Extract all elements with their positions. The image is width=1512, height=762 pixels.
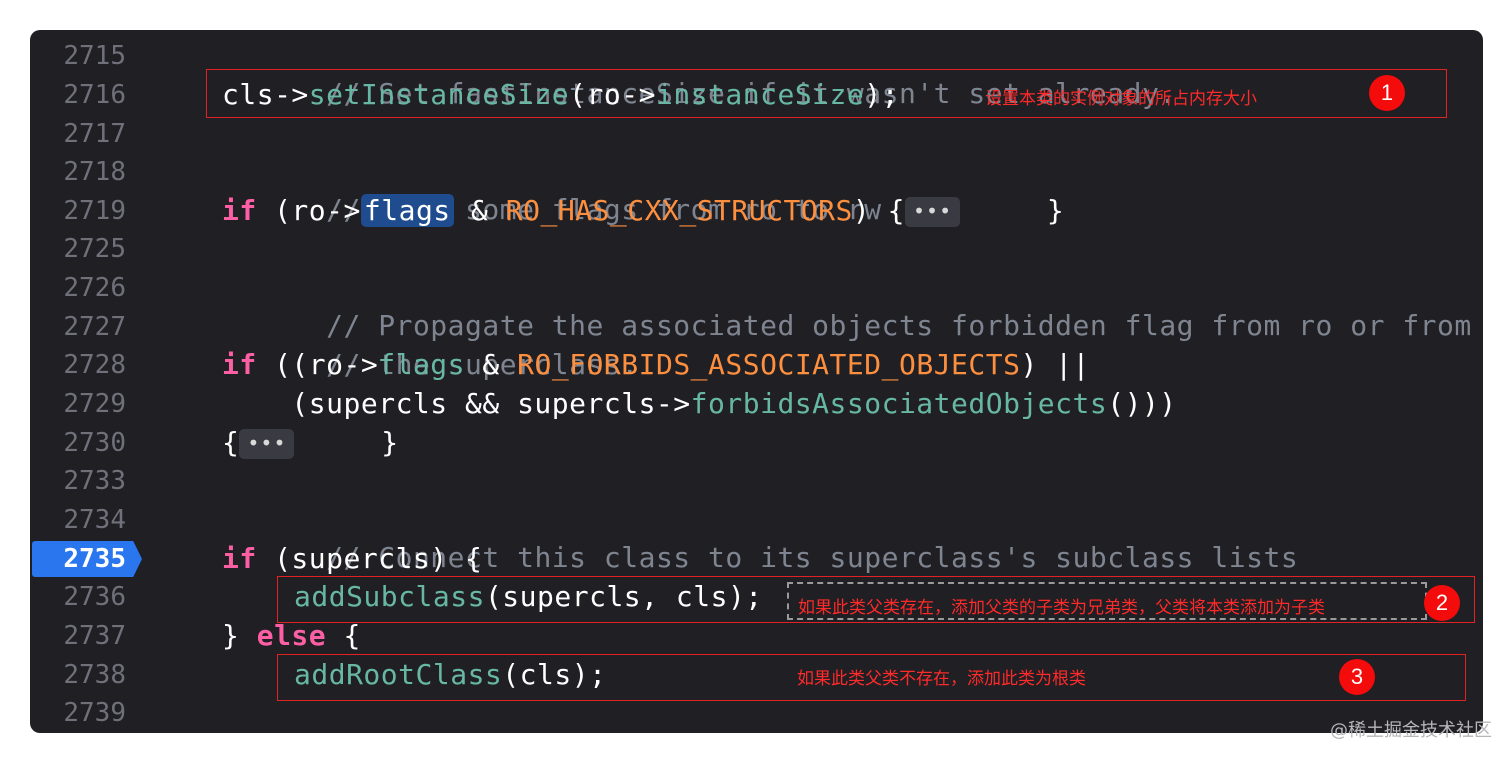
annotation-text-2: 如果此类父类存在，添加父类的子类为兄弟类，父类将本类添加为子类 <box>798 598 1325 618</box>
watermark: @稀土掘金技术社区 <box>1330 720 1492 741</box>
code-line: // Connect this class to its superclass'… <box>222 501 1298 574</box>
fold-ellipsis-button[interactable]: ••• <box>904 197 961 227</box>
keyword-if: if <box>222 542 257 575</box>
annotation-badge-1: 1 <box>1369 75 1405 111</box>
macro-name: RO_HAS_CXX_STRUCTORS <box>505 194 853 227</box>
annotation-badge-2: 2 <box>1424 585 1460 621</box>
code-text: (ro-> <box>256 194 361 227</box>
code-text: } <box>222 619 257 652</box>
code-text: { <box>326 619 361 652</box>
code-text: & <box>465 348 518 381</box>
annotation-text-1: 设置本类的实例对象的所占内存大小 <box>985 89 1257 109</box>
code-line: if ((ro->flags & RO_FORBIDS_ASSOCIATED_O… <box>222 346 1090 384</box>
code-line: if (supercls) { <box>222 540 482 578</box>
code-text: ) || <box>1020 348 1090 381</box>
code-line: // Copy some flags from ro to rw <box>222 153 882 226</box>
annotation-text-3: 如果此类父类不存在，添加此类为根类 <box>797 669 1086 689</box>
code-text: ((ro-> <box>256 348 379 381</box>
annotation-box-1 <box>206 69 1447 118</box>
code-text: } <box>960 194 1065 227</box>
code-text: (supercls) { <box>256 542 483 575</box>
code-line: if (ro-> flags & RO_HAS_CXX_STRUCTORS) {•… <box>222 192 1064 230</box>
code-text: ) { <box>852 194 905 227</box>
code-text: & <box>453 194 506 227</box>
code-text: (supercls && supercls-> <box>222 387 691 420</box>
code-area[interactable]: // Set fastInstanceSize if it wasn't set… <box>30 30 1483 733</box>
keyword-if: if <box>222 194 257 227</box>
annotation-badge-3: 3 <box>1339 659 1375 695</box>
keyword-if: if <box>222 348 257 381</box>
keyword-else: else <box>256 619 327 652</box>
macro-name: RO_FORBIDS_ASSOCIATED_OBJECTS <box>517 348 1021 381</box>
code-line: // the superclass. <box>222 308 639 381</box>
code-text: } <box>294 426 399 459</box>
code-line: {••• } <box>222 424 399 462</box>
code-editor: 2715 2716 2717 2718 2719 2725 2726 2727 … <box>30 30 1483 733</box>
code-line: (supercls && supercls->forbidsAssociated… <box>222 385 1177 423</box>
code-text: { <box>222 426 240 459</box>
function-name: forbidsAssociatedObjects <box>690 387 1108 420</box>
fold-ellipsis-button[interactable]: ••• <box>239 429 295 459</box>
highlighted-token[interactable]: flags <box>360 194 454 227</box>
code-text: ())) <box>1107 387 1177 420</box>
member-name: flags <box>378 348 466 381</box>
code-line: // Propagate the associated objects forb… <box>222 269 1472 342</box>
